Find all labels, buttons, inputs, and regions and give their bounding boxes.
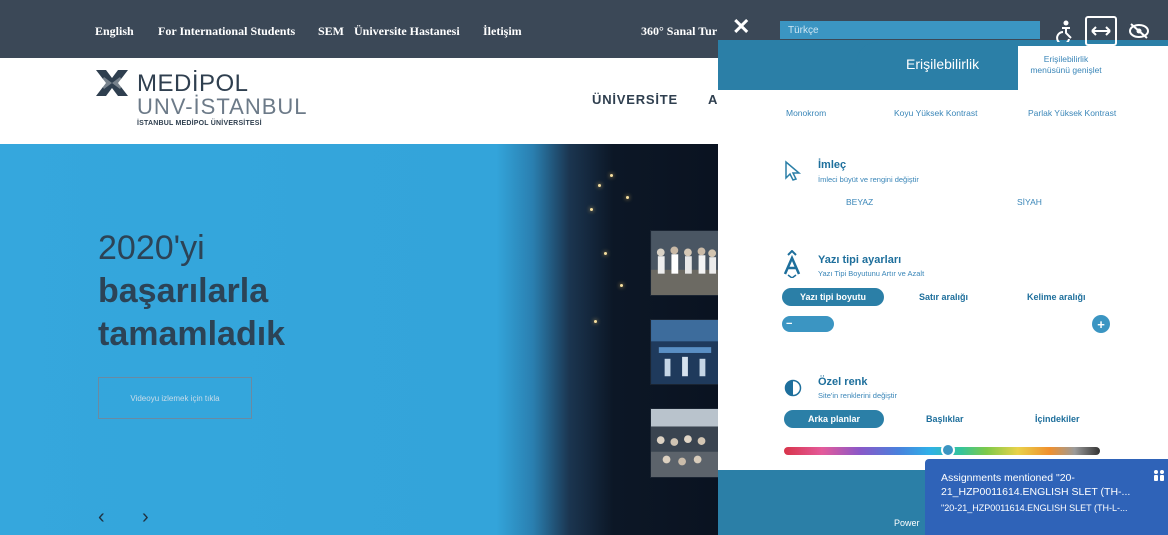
headings-tab[interactable]: Başlıklar bbox=[926, 414, 964, 424]
nav-item-partial[interactable]: A bbox=[708, 92, 718, 107]
sparkle-decoration bbox=[590, 208, 593, 211]
close-panel-button[interactable]: ✕ bbox=[732, 14, 750, 40]
hero-photo-classroom bbox=[650, 408, 720, 478]
screen: English For International Students SEM Ü… bbox=[0, 0, 1168, 535]
contrast-icon bbox=[784, 379, 802, 397]
cursor-section-title: İmleç bbox=[818, 159, 847, 171]
hero-photo-stage bbox=[650, 319, 720, 385]
expand-menu-hint[interactable]: Erişilebilirlik menüsünü genişlet bbox=[1024, 54, 1108, 76]
sparkle-decoration bbox=[598, 184, 601, 187]
teams-people-icon bbox=[1154, 470, 1164, 481]
mode-bright-high-contrast[interactable]: Parlak Yüksek Kontrast bbox=[1028, 108, 1116, 118]
link-sem[interactable]: SEM bbox=[318, 24, 344, 39]
link-english[interactable]: English bbox=[95, 24, 134, 39]
slider-prev-arrow[interactable]: ‹ bbox=[98, 506, 105, 529]
link-virtual-tour[interactable]: 360° Sanal Tur bbox=[641, 24, 717, 39]
cursor-section-subtitle: İmleci büyüt ve rengini değiştir bbox=[818, 175, 919, 184]
font-section-title: Yazı tipi ayarları bbox=[818, 254, 902, 266]
cursor-pointer-icon bbox=[785, 160, 802, 181]
font-size-increase-button[interactable]: + bbox=[1092, 315, 1110, 333]
hero-photo-graduates bbox=[650, 230, 720, 296]
sparkle-decoration bbox=[610, 174, 613, 177]
backgrounds-tab[interactable]: Arka planlar bbox=[784, 410, 884, 428]
watch-video-button[interactable]: Videoyu izlemek için tıkla bbox=[98, 377, 252, 419]
link-contact[interactable]: İletişim bbox=[483, 24, 522, 39]
hero-banner: 2020'yi başarılarla tamamladık Videoyu i… bbox=[0, 144, 730, 535]
expand-width-icon[interactable] bbox=[1085, 16, 1117, 46]
hero-heading-line-1: 2020'yi bbox=[98, 229, 205, 267]
assignment-notification[interactable]: Assignments mentioned "20-21_HZP0011614.… bbox=[925, 459, 1168, 535]
font-size-icon bbox=[783, 250, 801, 278]
slider-next-arrow[interactable]: › bbox=[142, 506, 149, 529]
powered-by-text: Power bbox=[894, 518, 920, 528]
color-section-subtitle: Site'in renklerini değiştir bbox=[818, 391, 897, 400]
color-slider-handle[interactable] bbox=[941, 443, 955, 457]
hero-heading-line-2: başarılarla bbox=[98, 272, 269, 310]
logo-tagline: İSTANBUL MEDİPOL ÜNİVERSİTESİ bbox=[137, 120, 262, 127]
contents-tab[interactable]: İçindekiler bbox=[1035, 414, 1080, 424]
mode-monochrome[interactable]: Monokrom bbox=[786, 108, 826, 118]
accessibility-panel: ✕ Erişilebilirlik Erişilebilirlik menüsü… bbox=[718, 0, 1168, 535]
notification-detail: "20-21_HZP0011614.ENGLISH SLET (TH-L-... bbox=[941, 503, 1128, 513]
link-international-students[interactable]: For International Students bbox=[158, 24, 295, 39]
hide-eye-icon[interactable] bbox=[1123, 16, 1155, 46]
link-university-hospital[interactable]: Üniversite Hastanesi bbox=[354, 24, 460, 39]
cursor-option-black[interactable]: SİYAH bbox=[1017, 197, 1042, 207]
sparkle-decoration bbox=[620, 284, 623, 287]
top-bar: English For International Students SEM Ü… bbox=[0, 0, 730, 58]
nav-universite[interactable]: ÜNİVERSİTE bbox=[592, 92, 678, 107]
medipol-logo-icon[interactable] bbox=[92, 68, 132, 98]
minus-icon: − bbox=[786, 318, 793, 330]
site-header: MEDİPOL UNV-İSTANBUL İSTANBUL MEDİPOL ÜN… bbox=[0, 58, 730, 144]
font-section-subtitle: Yazı Tipi Boyutunu Artır ve Azalt bbox=[818, 269, 925, 278]
hero-heading-line-3: tamamladık bbox=[98, 315, 286, 353]
sparkle-decoration bbox=[604, 252, 607, 255]
notification-title: Assignments mentioned "20-21_HZP0011614.… bbox=[941, 472, 1131, 498]
accessibility-tab-title[interactable]: Erişilebilirlik bbox=[906, 56, 979, 72]
logo-subtitle: UNV-İSTANBUL bbox=[137, 94, 308, 119]
color-section-title: Özel renk bbox=[818, 376, 868, 388]
mode-dark-high-contrast[interactable]: Koyu Yüksek Kontrast bbox=[894, 108, 977, 118]
cursor-option-white[interactable]: BEYAZ bbox=[846, 197, 873, 207]
word-spacing-tab[interactable]: Kelime aralığı bbox=[1027, 292, 1086, 302]
language-select[interactable] bbox=[780, 21, 1040, 39]
accessibility-person-icon[interactable] bbox=[1050, 16, 1082, 46]
line-spacing-tab[interactable]: Satır aralığı bbox=[919, 292, 968, 302]
font-size-decrease-slider[interactable]: − bbox=[782, 316, 834, 332]
sparkle-decoration bbox=[594, 320, 597, 323]
font-size-tab[interactable]: Yazı tipi boyutu bbox=[782, 288, 884, 306]
sparkle-decoration bbox=[626, 196, 629, 199]
